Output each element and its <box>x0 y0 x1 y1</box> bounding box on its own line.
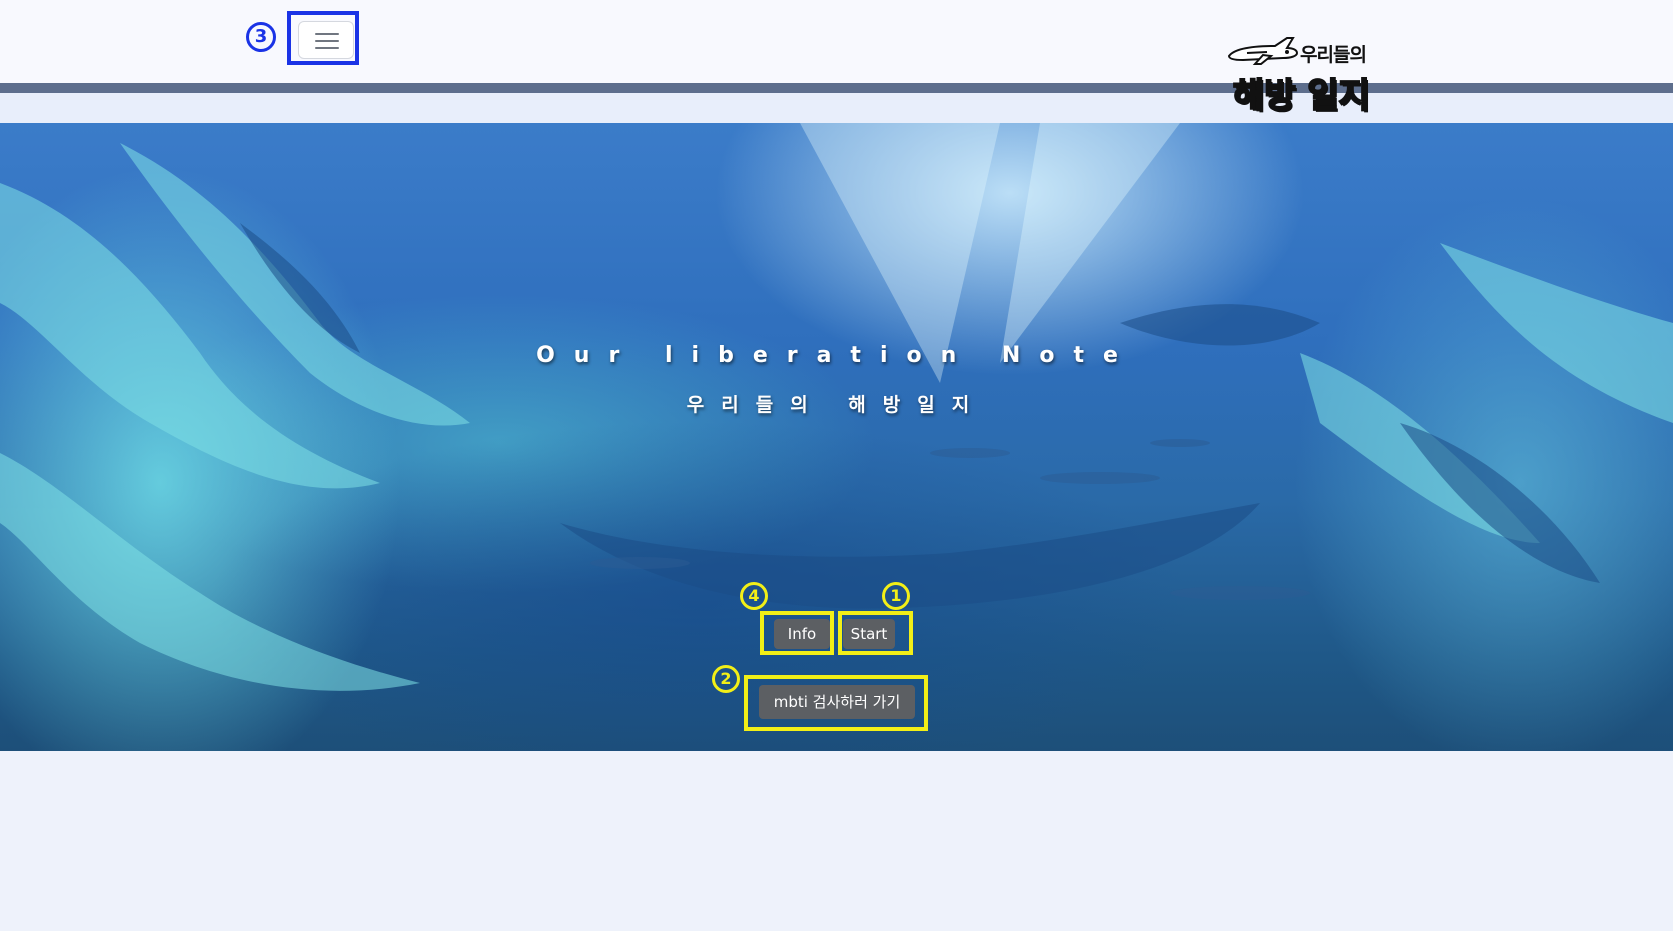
hamburger-icon-middle <box>315 40 339 42</box>
page-footer-area <box>0 751 1673 931</box>
info-button[interactable]: Info <box>774 619 830 649</box>
annotation-marker-3: 3 <box>246 22 276 52</box>
hero-subtitle: 우리들의 해방일지 <box>686 394 987 416</box>
logo-text-main: 해방 일지 <box>1232 75 1371 117</box>
hamburger-icon-bottom <box>315 47 339 49</box>
start-button[interactable]: Start <box>843 619 895 649</box>
navbar-divider <box>0 83 1673 93</box>
page: 3 우리들의 해방 일지 Our liberation Note 우리들의 해방… <box>0 0 1673 931</box>
annotation-marker-2: 2 <box>712 665 740 693</box>
water-background <box>0 123 1673 691</box>
hamburger-icon <box>315 33 339 35</box>
annotation-marker-4: 4 <box>740 582 768 610</box>
logo-text-top: 우리들의 <box>1300 44 1367 66</box>
mbti-test-button[interactable]: mbti 검사하러 가기 <box>759 685 915 719</box>
airplane-icon <box>1227 37 1299 65</box>
menu-toggle-button[interactable] <box>298 21 354 59</box>
navbar-subbar <box>0 93 1673 123</box>
hero-title: Our liberation Note <box>536 343 1137 368</box>
annotation-marker-1: 1 <box>882 582 910 610</box>
hero-banner: Our liberation Note 우리들의 해방일지 4 1 2 Info… <box>0 123 1673 751</box>
site-logo[interactable]: 우리들의 해방 일지 <box>1225 34 1385 117</box>
